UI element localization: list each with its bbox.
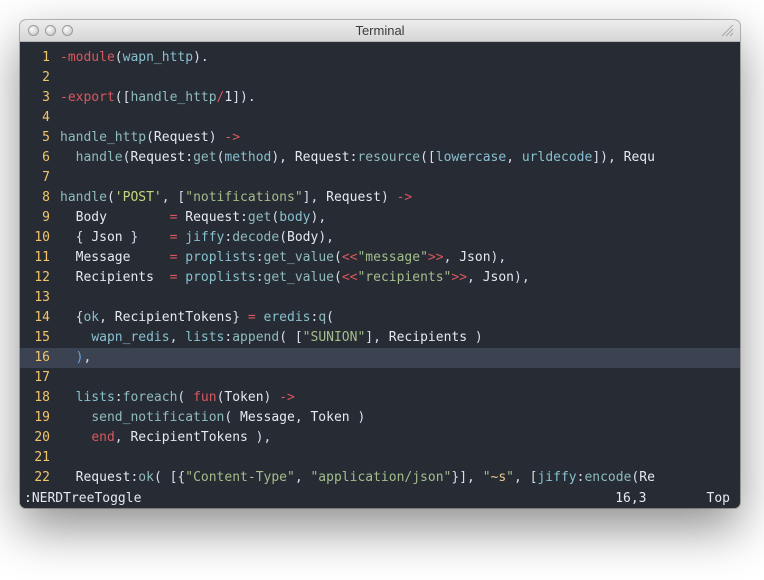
line-number: 2 <box>20 68 60 88</box>
terminal-window: Terminal 1-module(wapn_http).23-export([… <box>20 20 740 508</box>
code-content: handle(Request:get(method), Request:reso… <box>60 148 740 168</box>
line-number: 9 <box>20 208 60 228</box>
code-content: handle('POST', ["notifications"], Reques… <box>60 188 740 208</box>
code-line[interactable]: 20 end, RecipientTokens ), <box>20 428 740 448</box>
code-line[interactable]: 2 <box>20 68 740 88</box>
code-line[interactable]: 4 <box>20 108 740 128</box>
code-content: end, RecipientTokens ), <box>60 428 740 448</box>
line-number: 16 <box>20 348 60 368</box>
code-line[interactable]: 6 handle(Request:get(method), Request:re… <box>20 148 740 168</box>
code-line[interactable]: 10 { Json } = jiffy:decode(Body), <box>20 228 740 248</box>
code-line[interactable]: 3-export([handle_http/1]). <box>20 88 740 108</box>
cursor-position: 16,3 <box>615 491 646 506</box>
code-line[interactable]: 15 wapn_redis, lists:append( ["SUNION"],… <box>20 328 740 348</box>
line-number: 19 <box>20 408 60 428</box>
code-content: { Json } = jiffy:decode(Body), <box>60 228 740 248</box>
minimize-icon[interactable] <box>45 25 56 36</box>
status-bar: :NERDTreeToggle 16,3 Top <box>20 488 740 508</box>
code-line[interactable]: 7 <box>20 168 740 188</box>
line-number: 13 <box>20 288 60 308</box>
zoom-icon[interactable] <box>62 25 73 36</box>
code-content: Body = Request:get(body), <box>60 208 740 228</box>
code-line[interactable]: 21 <box>20 448 740 468</box>
line-number: 1 <box>20 48 60 68</box>
code-content: Message = proplists:get_value(<<"message… <box>60 248 740 268</box>
status-left: :NERDTreeToggle <box>24 491 141 506</box>
code-content: send_notification( Message, Token ) <box>60 408 740 428</box>
code-line[interactable]: 5handle_http(Request) -> <box>20 128 740 148</box>
code-line[interactable]: 1-module(wapn_http). <box>20 48 740 68</box>
code-content: -module(wapn_http). <box>60 48 740 68</box>
line-number: 12 <box>20 268 60 288</box>
scroll-position: Top <box>707 491 730 506</box>
line-number: 3 <box>20 88 60 108</box>
line-number: 20 <box>20 428 60 448</box>
code-line[interactable]: 18 lists:foreach( fun(Token) -> <box>20 388 740 408</box>
resize-icon <box>721 24 734 37</box>
line-number: 22 <box>20 468 60 488</box>
code-content: Request:ok( [{"Content-Type", "applicati… <box>60 468 740 488</box>
line-number: 18 <box>20 388 60 408</box>
code-editor[interactable]: 1-module(wapn_http).23-export([handle_ht… <box>20 42 740 488</box>
close-icon[interactable] <box>28 25 39 36</box>
code-line[interactable]: 8handle('POST', ["notifications"], Reque… <box>20 188 740 208</box>
line-number: 8 <box>20 188 60 208</box>
code-content: ), <box>60 348 740 368</box>
code-line[interactable]: 17 <box>20 368 740 388</box>
line-number: 14 <box>20 308 60 328</box>
code-line[interactable]: 9 Body = Request:get(body), <box>20 208 740 228</box>
line-number: 4 <box>20 108 60 128</box>
titlebar[interactable]: Terminal <box>20 20 740 42</box>
code-line[interactable]: 14 {ok, RecipientTokens} = eredis:q( <box>20 308 740 328</box>
code-line[interactable]: 11 Message = proplists:get_value(<<"mess… <box>20 248 740 268</box>
window-title: Terminal <box>20 23 740 38</box>
code-content: Recipients = proplists:get_value(<<"reci… <box>60 268 740 288</box>
line-number: 6 <box>20 148 60 168</box>
code-content: lists:foreach( fun(Token) -> <box>60 388 740 408</box>
line-number: 17 <box>20 368 60 388</box>
code-line[interactable]: 19 send_notification( Message, Token ) <box>20 408 740 428</box>
code-line[interactable]: 13 <box>20 288 740 308</box>
line-number: 10 <box>20 228 60 248</box>
code-content: handle_http(Request) -> <box>60 128 740 148</box>
line-number: 5 <box>20 128 60 148</box>
line-number: 21 <box>20 448 60 468</box>
code-content: wapn_redis, lists:append( ["SUNION"], Re… <box>60 328 740 348</box>
traffic-lights <box>20 25 73 36</box>
code-line[interactable]: 22 Request:ok( [{"Content-Type", "applic… <box>20 468 740 488</box>
line-number: 15 <box>20 328 60 348</box>
code-line[interactable]: 16 ), <box>20 348 740 368</box>
line-number: 7 <box>20 168 60 188</box>
code-content: {ok, RecipientTokens} = eredis:q( <box>60 308 740 328</box>
line-number: 11 <box>20 248 60 268</box>
code-content: -export([handle_http/1]). <box>60 88 740 108</box>
code-line[interactable]: 12 Recipients = proplists:get_value(<<"r… <box>20 268 740 288</box>
